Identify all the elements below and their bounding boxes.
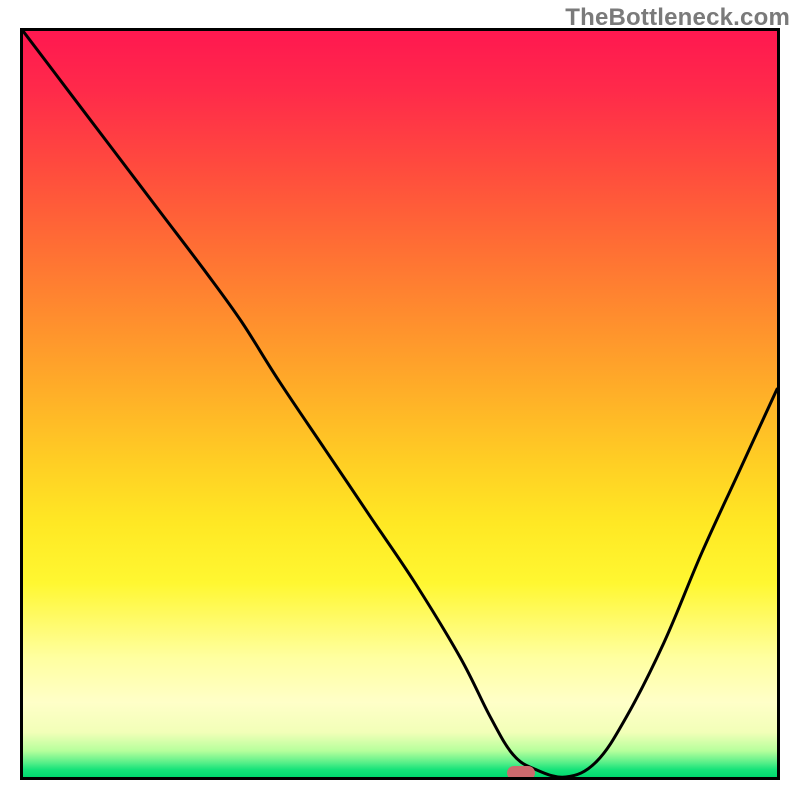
watermark-text: TheBottleneck.com	[565, 4, 790, 32]
plot-area	[20, 28, 780, 780]
optimal-marker	[507, 766, 535, 780]
bottleneck-curve	[23, 31, 777, 777]
chart-container: TheBottleneck.com	[0, 0, 800, 800]
